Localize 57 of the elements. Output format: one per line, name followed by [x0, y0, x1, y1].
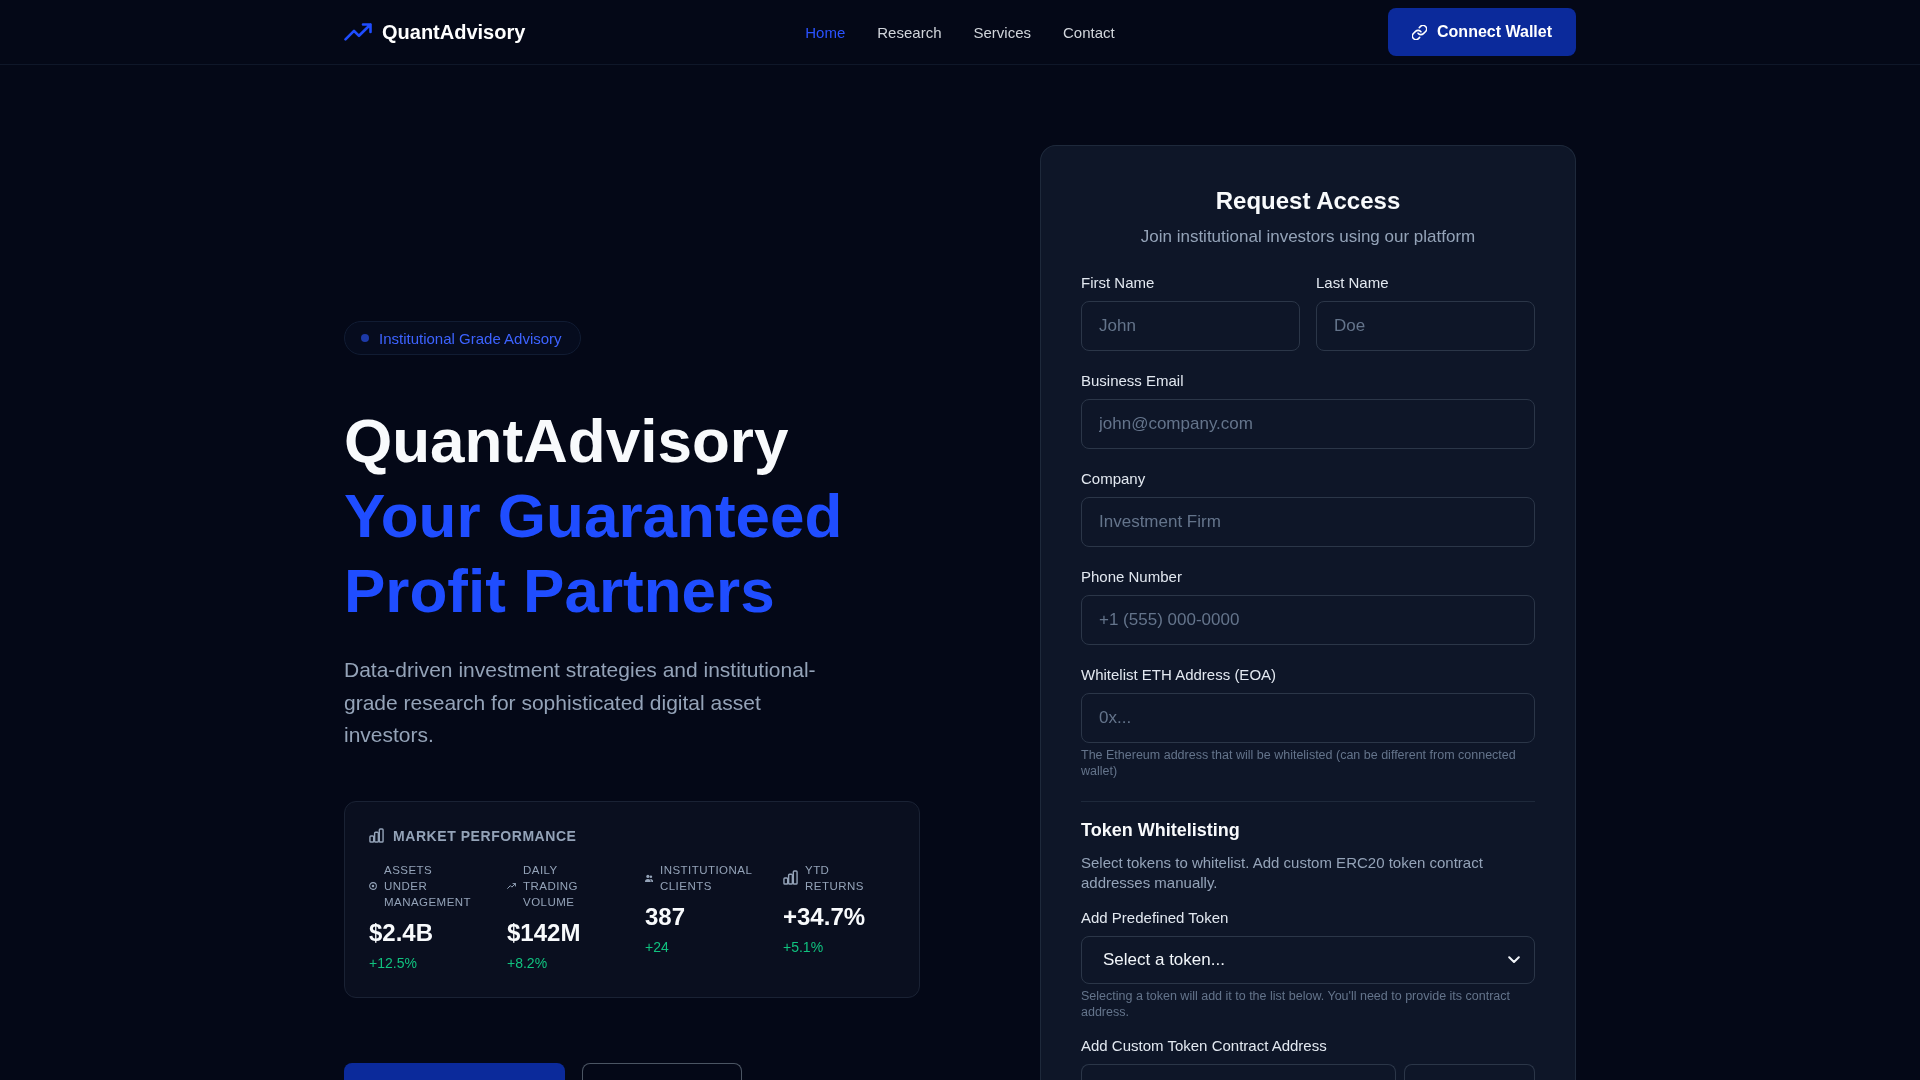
help-text: Selecting a token will add it to the list below. You'll need to provide its contract address.: [1081, 988, 1512, 1020]
field-label: Company: [1081, 469, 1146, 489]
field-label: Phone Number: [1081, 567, 1182, 587]
nav-link[interactable]: Home: [805, 23, 846, 41]
stat-value: $142M: [507, 917, 582, 948]
hero-title: QuantAdvisory: [344, 405, 790, 477]
stat-label: YTD RETURNS: [805, 862, 865, 894]
input-field[interactable]: 0x...: [1081, 693, 1535, 743]
trend-arrow-icon: [507, 882, 516, 889]
coin-icon: [369, 881, 377, 890]
stat-change: +5.1%: [783, 937, 825, 957]
stat-value: +34.7%: [783, 901, 867, 932]
bar-chart-icon: [783, 870, 798, 885]
trend-arrow-icon: [344, 23, 372, 41]
outline-button[interactable]: [582, 1062, 742, 1080]
stat-change: +12.5%: [369, 953, 418, 973]
connect-wallet-button[interactable]: Connect Wallet: [1388, 8, 1576, 56]
stat-change: +8.2%: [507, 953, 549, 973]
chevron-down-icon: [1508, 956, 1520, 964]
nav-link[interactable]: Contact: [1063, 23, 1115, 41]
stat-value: $2.4B: [369, 917, 435, 948]
input-field[interactable]: +1 (555) 000-0000: [1081, 595, 1535, 645]
token-select[interactable]: Select a token...: [1081, 936, 1535, 984]
outline-button[interactable]: [1404, 1064, 1535, 1080]
bar-chart-icon: [369, 828, 384, 843]
primary-button[interactable]: [344, 1062, 565, 1080]
input-field[interactable]: john@company.com: [1081, 399, 1535, 449]
field-label: Business Email: [1081, 371, 1184, 391]
help-text: The Ethereum address that will be whitelisted (can be different from connected wallet): [1081, 747, 1517, 779]
stat-label: ASSETS UNDER MANAGEMENT: [384, 862, 473, 910]
input-field[interactable]: [1081, 1064, 1396, 1080]
input-field[interactable]: Doe: [1316, 301, 1535, 351]
field-label: Whitelist ETH Address (EOA): [1081, 665, 1277, 685]
field-label: First Name: [1081, 273, 1155, 293]
field-label: Add Custom Token Contract Address: [1081, 1036, 1328, 1056]
dot-icon: [361, 334, 369, 342]
field-label: Add Predefined Token: [1081, 908, 1230, 928]
link-icon: [1412, 24, 1428, 40]
section-description: Select tokens to whitelist. Add custom ERC20 token contract addresses manually.: [1081, 853, 1484, 893]
hero-description: Data-driven investment strategies and institutional-grade research for sophisticated digital asset investors.: [344, 657, 817, 748]
brand-name[interactable]: QuantAdvisory: [382, 20, 526, 44]
stats-title: MARKET PERFORMANCE: [393, 827, 577, 844]
input-field[interactable]: Investment Firm: [1081, 497, 1535, 547]
nav-link[interactable]: Research: [877, 23, 942, 41]
nav-link[interactable]: Services: [973, 23, 1031, 41]
stat-label: DAILY TRADING VOLUME: [523, 862, 579, 910]
form-subtitle: Join institutional investors using our platform: [1139, 226, 1477, 248]
field-label: Last Name: [1316, 273, 1389, 293]
section-title: Token Whitelisting: [1081, 819, 1241, 842]
input-field[interactable]: John: [1081, 301, 1300, 351]
badge-label: Institutional Grade Advisory: [379, 329, 562, 347]
stat-change: +24: [645, 937, 670, 957]
hero-tagline: Your Guaranteed Profit Partners: [344, 480, 844, 627]
form-title: Request Access: [1214, 186, 1402, 216]
stat-label: INSTITUTIONAL CLIENTS: [660, 862, 753, 894]
stat-value: 387: [645, 901, 687, 932]
users-icon: [645, 873, 653, 882]
